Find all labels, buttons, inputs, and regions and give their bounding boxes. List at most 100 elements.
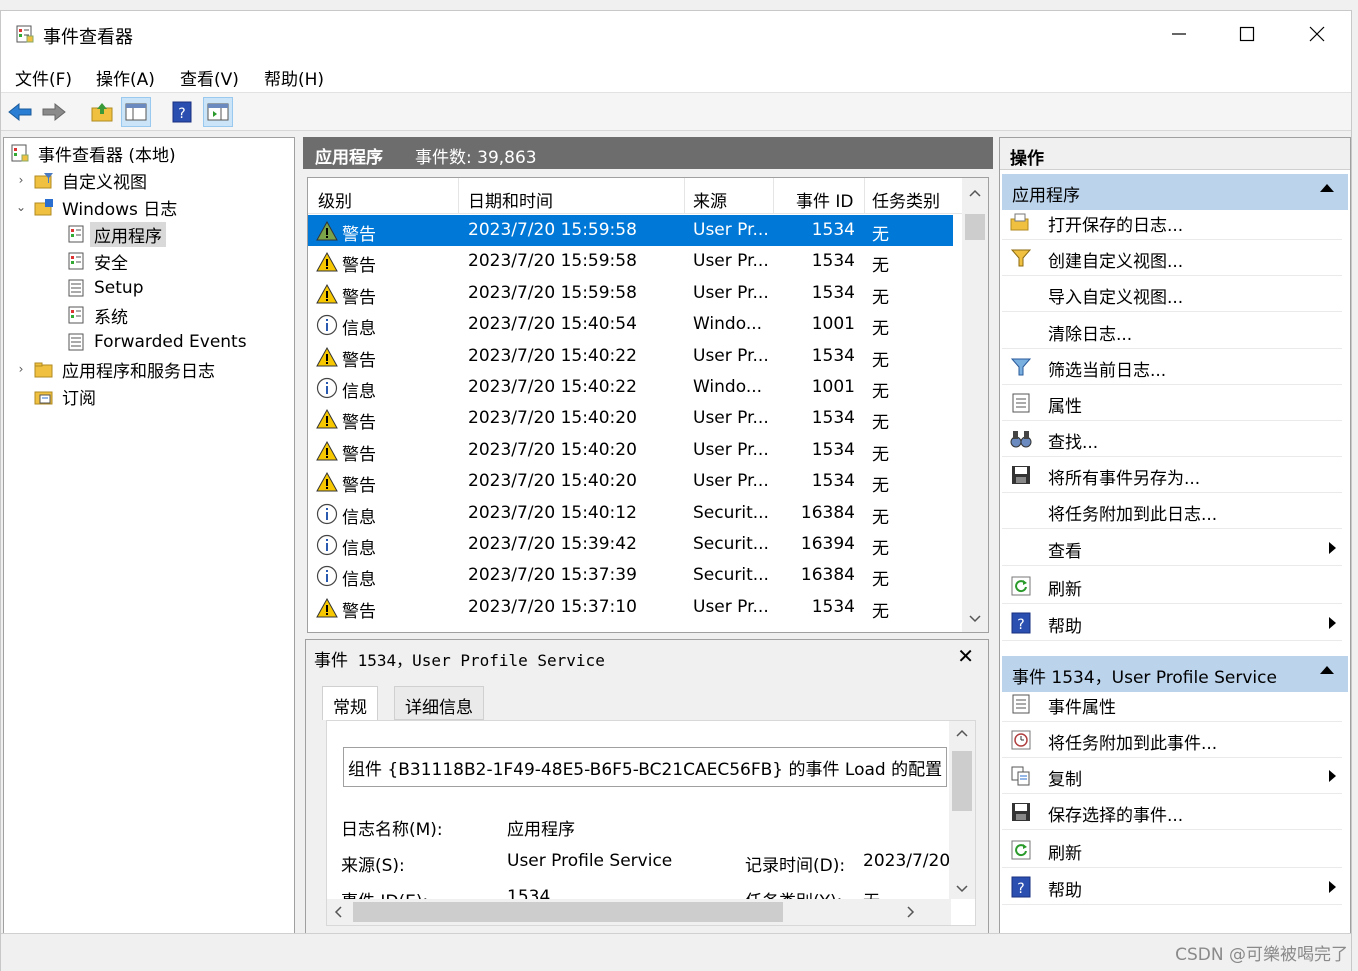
scrollbar-thumb[interactable] xyxy=(952,751,972,811)
action-label: 筛选当前日志... xyxy=(1048,361,1167,381)
show-hide-action-pane-button[interactable] xyxy=(203,97,233,127)
action-help[interactable]: ? 帮助 xyxy=(1002,605,1342,641)
tree-item-windows-logs[interactable]: ⌄ Windows 日志 xyxy=(14,194,177,220)
action-save-selected-events[interactable]: 保存选择的事件... xyxy=(1002,794,1342,830)
table-row[interactable]: 警告 2023/7/20 15:37:10 User Pr... 1534 无 xyxy=(308,592,953,623)
cell-level: 警告 xyxy=(342,413,376,434)
action-properties[interactable]: 属性 xyxy=(1002,385,1342,421)
chevron-right-icon[interactable]: › xyxy=(14,362,28,376)
event-list-scrollbar[interactable] xyxy=(962,178,988,632)
copy-icon xyxy=(1011,766,1030,786)
table-row[interactable]: 警告 2023/7/20 15:59:58 User Pr... 1534 无 xyxy=(308,246,953,277)
action-open-saved-log[interactable]: 打开保存的日志... xyxy=(1002,204,1342,240)
tree-item-application[interactable]: 应用程序 xyxy=(66,221,166,247)
up-folder-button[interactable] xyxy=(87,97,117,127)
menu-file[interactable]: 文件(F) xyxy=(15,65,72,90)
scrollbar-thumb[interactable] xyxy=(353,902,783,922)
log-icon xyxy=(68,306,84,324)
scroll-down-icon[interactable] xyxy=(949,881,975,897)
tab-details[interactable]: 详细信息 xyxy=(394,686,484,720)
action-copy[interactable]: 复制 xyxy=(1002,758,1342,794)
column-source[interactable]: 来源 xyxy=(693,187,727,212)
scroll-left-icon[interactable] xyxy=(329,899,349,925)
detail-vscroll[interactable] xyxy=(949,721,975,899)
collapse-caret-icon[interactable] xyxy=(1320,184,1334,192)
table-row[interactable]: 信息 2023/7/20 15:40:12 Securit... 16384 无 xyxy=(308,498,953,529)
chevron-down-icon[interactable]: ⌄ xyxy=(14,200,28,214)
menu-view[interactable]: 查看(V) xyxy=(180,65,239,90)
scroll-down-icon[interactable] xyxy=(962,610,988,628)
clipped-row: 事件 ID(E): 1534 任务类别(Y): 无 xyxy=(327,881,951,899)
source-value: User Profile Service xyxy=(507,851,673,871)
event-id-value: 1534 xyxy=(507,887,551,899)
table-row[interactable]: 警告 2023/7/20 15:59:58 User Pr... 1534 无 xyxy=(308,278,953,309)
submenu-arrow-icon xyxy=(1329,542,1336,554)
menu-action[interactable]: 操作(A) xyxy=(96,65,155,90)
scroll-right-icon[interactable] xyxy=(901,899,921,925)
table-row[interactable]: 警告 2023/7/20 15:40:20 User Pr... 1534 无 xyxy=(308,403,953,434)
close-button[interactable] xyxy=(1283,11,1351,57)
watermark: CSDN @可樂被喝完了 xyxy=(1175,945,1348,965)
scrollbar-thumb[interactable] xyxy=(965,214,985,240)
detail-close-button[interactable]: ✕ xyxy=(957,644,974,668)
chevron-right-icon[interactable]: › xyxy=(14,173,28,187)
warning-icon xyxy=(316,409,338,429)
forward-button[interactable] xyxy=(39,97,69,127)
tree-item-custom-views[interactable]: › 自定义视图 xyxy=(14,167,147,193)
action-refresh[interactable]: 刷新 xyxy=(1002,568,1342,604)
action-event-properties[interactable]: 事件属性 xyxy=(1002,686,1342,722)
maximize-button[interactable] xyxy=(1213,11,1281,57)
action-filter-current-log[interactable]: 筛选当前日志... xyxy=(1002,349,1342,385)
table-row[interactable]: 信息 2023/7/20 15:39:42 Securit... 16394 无 xyxy=(308,529,953,560)
action-create-custom-view[interactable]: 创建自定义视图... xyxy=(1002,240,1342,276)
help-button[interactable]: ? xyxy=(167,97,197,127)
table-row[interactable]: 警告 2023/7/20 15:40:22 User Pr... 1534 无 xyxy=(308,341,953,372)
warning-icon xyxy=(316,220,338,241)
action-view[interactable]: 查看 xyxy=(1002,530,1342,566)
tree-item-label: 自定义视图 xyxy=(62,172,147,193)
tree-item-subscriptions[interactable]: 订阅 xyxy=(34,383,96,409)
tree-item-root[interactable]: 事件查看器 (本地) xyxy=(10,140,176,166)
tree-item-system[interactable]: 系统 xyxy=(66,302,128,328)
scroll-up-icon[interactable] xyxy=(962,184,988,202)
logged-label: 记录时间(D): xyxy=(745,856,846,876)
column-task-category[interactable]: 任务类别 xyxy=(872,187,940,212)
action-help-event[interactable]: ? 帮助 xyxy=(1002,869,1342,905)
action-attach-task-to-log[interactable]: 将任务附加到此日志... xyxy=(1002,493,1342,529)
tree-item-setup[interactable]: Setup xyxy=(66,275,143,301)
table-row[interactable]: 警告 2023/7/20 15:40:20 User Pr... 1534 无 xyxy=(308,435,953,466)
action-save-all-events-as[interactable]: 将所有事件另存为... xyxy=(1002,457,1342,493)
table-row[interactable]: 警告 2023/7/20 15:40:20 User Pr... 1534 无 xyxy=(308,466,953,497)
event-description[interactable]: 组件 {B31118B2-1F49-48E5-B6F5-BC21CAEC56FB… xyxy=(343,747,947,787)
actions-header: 操作 xyxy=(1000,138,1350,170)
table-row[interactable]: 信息 2023/7/20 15:37:39 Securit... 16384 无 xyxy=(308,560,953,591)
show-hide-tree-button[interactable] xyxy=(121,97,151,127)
action-attach-task-to-event[interactable]: 将任务附加到此事件... xyxy=(1002,722,1342,758)
action-refresh-event[interactable]: 刷新 xyxy=(1002,832,1342,868)
svg-text:?: ? xyxy=(1017,617,1024,633)
back-button[interactable] xyxy=(5,97,35,127)
column-event-id[interactable]: 事件 ID xyxy=(796,187,854,212)
action-pane-icon xyxy=(207,103,229,121)
action-import-custom-view[interactable]: 导入自定义视图... xyxy=(1002,276,1342,312)
cell-task-category: 无 xyxy=(872,382,889,402)
menu-help[interactable]: 帮助(H) xyxy=(264,65,324,90)
minimize-button[interactable] xyxy=(1145,11,1213,57)
table-row[interactable]: 信息 2023/7/20 15:40:54 Windo... 1001 无 xyxy=(308,309,953,340)
tab-general[interactable]: 常规 xyxy=(322,686,378,720)
tree-item-forwarded-events[interactable]: Forwarded Events xyxy=(66,329,247,355)
detail-hscroll[interactable] xyxy=(327,899,951,925)
event-list-header: 级别 日期和时间 来源 事件 ID 任务类别 xyxy=(308,178,963,214)
action-clear-log[interactable]: 清除日志... xyxy=(1002,313,1342,349)
column-datetime[interactable]: 日期和时间 xyxy=(468,187,553,212)
table-row[interactable]: 警告 2023/7/20 15:59:58 User Pr... 1534 无 xyxy=(308,215,953,246)
scroll-up-icon[interactable] xyxy=(949,725,975,741)
action-find[interactable]: 查找... xyxy=(1002,421,1342,457)
table-row[interactable]: 信息 2023/7/20 15:40:22 Windo... 1001 无 xyxy=(308,372,953,403)
column-level[interactable]: 级别 xyxy=(318,187,352,212)
collapse-caret-icon[interactable] xyxy=(1320,666,1334,674)
tree-item-app-service-logs[interactable]: › 应用程序和服务日志 xyxy=(14,356,215,382)
cell-datetime: 2023/7/20 15:59:58 xyxy=(468,282,637,303)
tree-item-security[interactable]: 安全 xyxy=(66,248,128,274)
task-clock-icon xyxy=(1011,730,1031,750)
